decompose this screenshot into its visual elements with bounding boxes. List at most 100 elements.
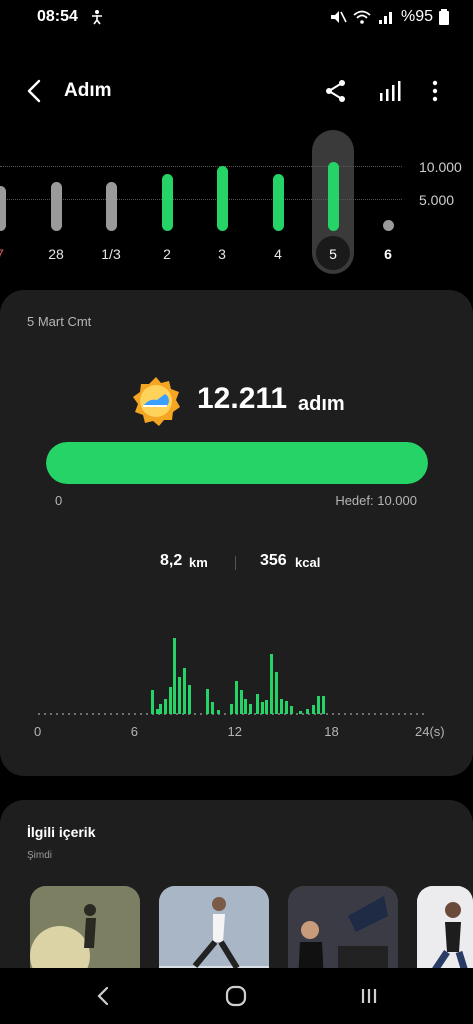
baseline-dot [122,713,124,715]
baseline-dot [140,713,142,715]
hourly-bar [275,672,279,714]
hourly-bar [312,705,316,714]
hourly-bar [173,637,177,714]
baseline-dot [422,713,424,715]
accessibility-icon [92,10,102,25]
wifi-icon [353,10,371,24]
back-arrow-icon[interactable] [22,78,48,104]
baseline-dot [200,713,202,715]
baseline-dot [332,713,334,715]
baseline-dot [398,713,400,715]
distance-unit: km [189,555,208,570]
baseline-dot [380,713,382,715]
day-bar-28[interactable] [50,182,62,231]
baseline-dot [56,713,58,715]
app-header: Adım [0,66,473,116]
hour-tick-label: 24(s) [415,724,445,739]
system-nav-bar [0,968,473,1024]
day-bar-3[interactable] [216,166,228,231]
hourly-bar [260,702,264,714]
nav-home-icon[interactable] [224,984,248,1008]
progress-start-label: 0 [55,493,63,508]
summary-date: 5 Mart Cmt [27,314,92,329]
day-label-7[interactable]: 7 [0,246,20,262]
signal-icon [378,12,392,24]
baseline-dot [50,713,52,715]
baseline-dot [134,713,136,715]
goal-line-label: 10.000 [419,159,462,175]
day-label-3[interactable]: 3 [202,246,242,262]
day-bar-1/3[interactable] [105,182,117,231]
hourly-bar [183,668,187,714]
hourly-bar [205,688,209,714]
more-icon[interactable] [422,78,448,104]
share-icon[interactable] [323,78,349,104]
baseline-dot [104,713,106,715]
daily-steps-chart[interactable]: 10.000 5.000 7 28 1/3 23456 [0,130,473,280]
stats-divider [235,556,236,570]
stats-icon[interactable] [377,78,403,104]
goal-line [0,166,402,167]
hourly-bar [178,676,182,714]
steps-value: 12.211 [197,382,288,415]
day-bar-5[interactable] [327,162,339,231]
hourly-bar [249,704,253,714]
hourly-bar [284,701,288,714]
baseline-dot [404,713,406,715]
nav-recents-icon[interactable] [357,984,381,1008]
day-bar-4[interactable] [272,174,284,231]
day-bar-6[interactable] [382,220,394,231]
baseline-dot [338,713,340,715]
hourly-bar [216,710,220,714]
hour-tick-label: 18 [324,724,339,739]
hour-tick-label: 6 [130,724,138,739]
day-label-2[interactable]: 2 [147,246,187,262]
mute-icon [330,11,347,23]
day-label-6[interactable]: 6 [368,246,408,262]
baseline-dot [356,713,358,715]
hour-tick-label: 12 [227,724,242,739]
hourly-bar [150,689,154,714]
baseline-dot [344,713,346,715]
related-title: İlgili içerik [27,824,96,840]
hourly-bar [289,706,293,714]
hourly-bar [299,711,303,714]
baseline-dot [80,713,82,715]
baseline-dot [416,713,418,715]
baseline-dot [38,713,40,715]
daily-summary-card: 5 Mart Cmt 12.211 adım 0 Hedef: 10.000 8… [0,290,473,776]
day-label-5[interactable]: 5 [313,246,353,262]
calories-value: 356 [260,552,287,569]
day-bar-7[interactable] [0,185,6,231]
hourly-bar [279,699,283,714]
battery-icon [439,9,449,25]
baseline-dot [74,713,76,715]
status-icons: %95 [329,8,449,26]
hourly-steps-chart: 0 6 12 18 24(s) [0,620,473,740]
baseline-dot [110,713,112,715]
baseline-dot [116,713,118,715]
baseline-dot [362,713,364,715]
calories-unit: kcal [295,555,321,570]
hourly-bar [316,696,320,714]
baseline-dot [326,713,328,715]
hourly-bar [187,684,191,714]
hourly-bar [305,709,309,714]
day-label-28[interactable]: 28 [36,246,76,262]
hourly-bar [244,699,248,714]
day-label-4[interactable]: 4 [258,246,298,262]
hourly-bar [321,696,325,714]
nav-back-icon[interactable] [92,984,116,1008]
baseline-dot [350,713,352,715]
status-time: 08:54 [37,8,78,25]
baseline-dot [86,713,88,715]
day-label-1/3[interactable]: 1/3 [91,246,131,262]
hourly-bar [255,693,259,714]
day-bar-2[interactable] [161,174,173,231]
steps-unit: adım [298,393,345,415]
hourly-bar [163,699,167,714]
progress-goal-label: Hedef: 10.000 [335,493,417,508]
hour-tick-label: 0 [34,724,42,739]
hourly-bar [265,700,269,714]
baseline-dot [44,713,46,715]
